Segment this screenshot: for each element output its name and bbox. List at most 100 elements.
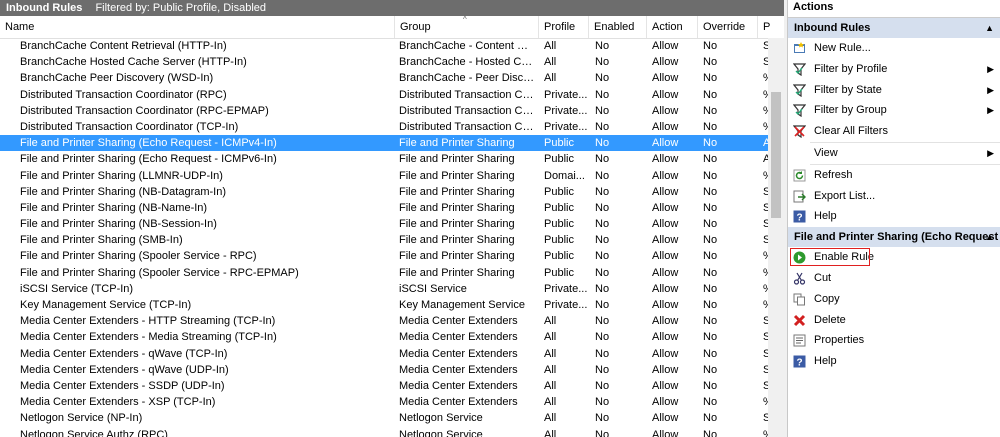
rules-pane: Inbound Rules Filtered by: Public Profil… xyxy=(0,0,784,437)
table-row[interactable]: File and Printer Sharing (NB-Session-In)… xyxy=(0,216,769,232)
cell-profile: All xyxy=(544,428,557,437)
cell-action: Allow xyxy=(652,88,679,101)
actions-pane: Actions Inbound Rules ▲ New Rule... Filte… xyxy=(787,0,1000,437)
action-cut[interactable]: Cut xyxy=(788,268,1000,289)
cell-group: File and Printer Sharing xyxy=(399,137,515,150)
column-header-action[interactable]: Action xyxy=(647,16,698,38)
table-row[interactable]: Netlogon Service Authz (RPC) Netlogon Ser… xyxy=(0,427,769,437)
action-delete[interactable]: Delete xyxy=(788,310,1000,331)
table-row[interactable]: Media Center Extenders - qWave (UDP-In) M… xyxy=(0,362,769,378)
column-header-enabled[interactable]: Enabled xyxy=(589,16,647,38)
action-filter-by-profile[interactable]: Filter by Profile ▶ xyxy=(788,59,1000,80)
cell-action: Allow xyxy=(652,234,679,247)
cell-action: Allow xyxy=(652,331,679,344)
cell-override: No xyxy=(703,40,718,52)
action-clear-all-filters[interactable]: Clear All Filters xyxy=(788,121,1000,142)
cell-action: Allow xyxy=(652,56,679,69)
cell-group: Key Management Service xyxy=(399,299,525,311)
cell-name: Media Center Extenders - XSP (TCP-In) xyxy=(20,396,216,409)
cell-override: No xyxy=(703,137,718,150)
table-row[interactable]: BranchCache Hosted Cache Server (HTTP-In… xyxy=(0,54,769,70)
cell-enabled: No xyxy=(595,347,610,360)
table-row[interactable]: File and Printer Sharing (Spooler Servic… xyxy=(0,265,769,281)
table-row[interactable]: Media Center Extenders - HTTP Streaming … xyxy=(0,313,769,329)
table-row[interactable]: Media Center Extenders - XSP (TCP-In) Med… xyxy=(0,394,769,410)
collapse-icon[interactable]: ▲ xyxy=(985,18,994,38)
table-row[interactable]: BranchCache Peer Discovery (WSD-In) Branc… xyxy=(0,70,769,86)
cell-profile: Private... xyxy=(544,120,588,133)
submenu-arrow-icon: ▶ xyxy=(987,63,994,74)
clear-filter-icon xyxy=(792,125,807,139)
table-row[interactable]: Distributed Transaction Coordinator (RPC… xyxy=(0,87,769,103)
action-copy[interactable]: Copy xyxy=(788,289,1000,310)
action-label: Copy xyxy=(814,292,840,305)
column-header-program[interactable]: P xyxy=(758,16,784,38)
action-enable-rule[interactable]: Enable Rule xyxy=(788,247,1000,268)
cell-action: Allow xyxy=(652,218,679,231)
action-help[interactable]: ? Help xyxy=(788,206,1000,227)
table-row[interactable]: File and Printer Sharing (LLMNR-UDP-In) F… xyxy=(0,168,769,184)
inbound-rules-actions: New Rule... Filter by Profile ▶ Filter by S… xyxy=(788,38,1000,227)
cell-group: File and Printer Sharing xyxy=(399,234,515,247)
table-row[interactable]: File and Printer Sharing (NB-Datagram-In… xyxy=(0,184,769,200)
cell-enabled: No xyxy=(595,412,610,425)
action-label: Refresh xyxy=(814,168,853,181)
collapse-icon[interactable]: ▲ xyxy=(985,227,994,247)
delete-icon xyxy=(793,314,806,327)
cell-override: No xyxy=(703,428,718,437)
cell-profile: All xyxy=(544,315,557,328)
table-row[interactable]: Distributed Transaction Coordinator (RPC… xyxy=(0,103,769,119)
cell-override: No xyxy=(703,379,718,392)
cell-enabled: No xyxy=(595,137,610,150)
table-row[interactable]: File and Printer Sharing (Spooler Servic… xyxy=(0,248,769,264)
column-header-group[interactable]: Group xyxy=(395,16,539,38)
cell-name: File and Printer Sharing (NB-Datagram-In… xyxy=(20,185,227,198)
table-row[interactable]: Key Management Service (TCP-In) Key Manag… xyxy=(0,297,769,313)
cell-profile: Public xyxy=(544,218,574,231)
vertical-scrollbar[interactable] xyxy=(768,38,784,437)
table-row[interactable]: Netlogon Service (NP-In) Netlogon Service… xyxy=(0,410,769,426)
cell-action: Allow xyxy=(652,120,679,133)
action-properties[interactable]: Properties xyxy=(788,330,1000,351)
cell-enabled: No xyxy=(595,201,610,214)
table-row[interactable]: Distributed Transaction Coordinator (TCP… xyxy=(0,119,769,135)
cell-action: Allow xyxy=(652,282,679,295)
cell-action: Allow xyxy=(652,315,679,328)
table-row[interactable]: Media Center Extenders - Media Streaming… xyxy=(0,329,769,345)
highlight-box xyxy=(790,248,870,267)
action-refresh[interactable]: Refresh xyxy=(788,165,1000,186)
cell-profile: Private... xyxy=(544,299,588,311)
action-export-list[interactable]: Export List... xyxy=(788,186,1000,207)
column-header-name[interactable]: Name xyxy=(0,16,395,38)
table-row[interactable]: File and Printer Sharing (SMB-In) File an… xyxy=(0,232,769,248)
table-row[interactable]: BranchCache Content Retrieval (HTTP-In) B… xyxy=(0,38,769,54)
action-filter-by-group[interactable]: Filter by Group ▶ xyxy=(788,100,1000,121)
table-row[interactable]: File and Printer Sharing (Echo Request -… xyxy=(0,151,769,167)
cell-profile: All xyxy=(544,412,557,425)
action-view[interactable]: View ▶ xyxy=(788,143,1000,164)
action-new-rule[interactable]: New Rule... xyxy=(788,38,1000,59)
section-inbound-rules[interactable]: Inbound Rules ▲ xyxy=(788,18,1000,38)
cell-group: BranchCache - Content Retr... xyxy=(399,40,535,52)
table-row[interactable]: File and Printer Sharing (NB-Name-In) Fil… xyxy=(0,200,769,216)
cell-name: iSCSI Service (TCP-In) xyxy=(20,282,134,295)
table-row[interactable]: File and Printer Sharing (Echo Request -… xyxy=(0,135,769,152)
cell-action: Allow xyxy=(652,104,679,117)
action-label: Filter by Group xyxy=(814,104,887,117)
action-filter-by-state[interactable]: Filter by State ▶ xyxy=(788,80,1000,101)
section-selected-rule[interactable]: File and Printer Sharing (Echo Request -… xyxy=(788,227,1000,248)
cell-profile: All xyxy=(544,379,557,392)
table-row[interactable]: Media Center Extenders - SSDP (UDP-In) Me… xyxy=(0,378,769,394)
cell-group: BranchCache - Peer Discove... xyxy=(399,72,535,85)
table-row[interactable]: Media Center Extenders - qWave (TCP-In) M… xyxy=(0,346,769,362)
cell-action: Allow xyxy=(652,153,679,166)
cell-group: Media Center Extenders xyxy=(399,363,518,376)
cell-enabled: No xyxy=(595,363,610,376)
cell-override: No xyxy=(703,201,718,214)
cell-action: Allow xyxy=(652,412,679,425)
column-header-override[interactable]: Override xyxy=(698,16,758,38)
column-header-profile[interactable]: Profile xyxy=(539,16,589,38)
table-row[interactable]: iSCSI Service (TCP-In) iSCSI Service Priva… xyxy=(0,281,769,297)
scrollbar-thumb[interactable] xyxy=(771,92,781,218)
action-help[interactable]: ? Help xyxy=(788,351,1000,372)
